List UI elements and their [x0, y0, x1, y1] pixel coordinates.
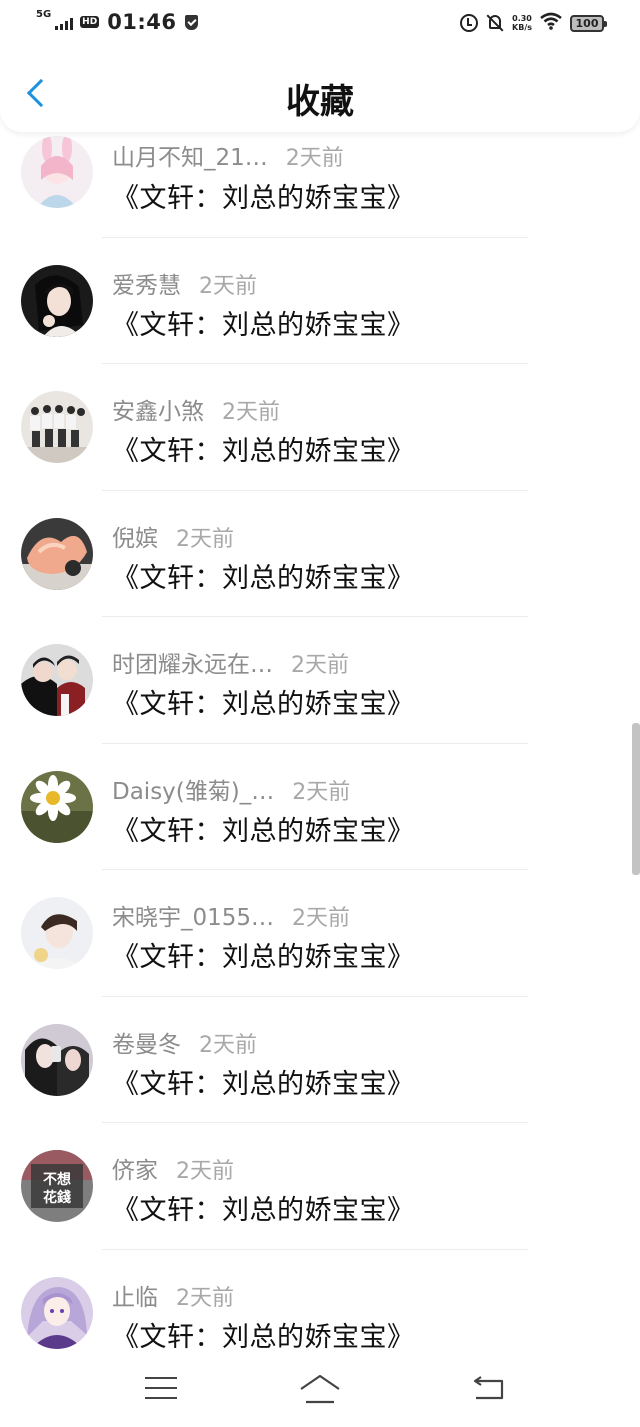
list-item[interactable]: 安鑫小煞 2天前《文轩：刘总的娇宝宝》	[0, 383, 640, 510]
item-meta: 时团耀永远在… 2天前	[112, 645, 349, 679]
avatar-couple-mirror[interactable]	[21, 1023, 93, 1096]
network-type: 5G	[36, 9, 52, 20]
user-name[interactable]: 爱秀慧	[112, 266, 181, 300]
timestamp: 2天前	[199, 273, 257, 299]
list-item[interactable]: 宋晓宇_0155… 2天前《文轩：刘总的娇宝宝》	[0, 889, 640, 1016]
divider	[102, 489, 528, 491]
divider	[102, 995, 528, 997]
status-bar: 5G HD 01:46 0.30 KB/s 100	[0, 0, 640, 48]
favorite-title[interactable]: 《文轩：刘总的娇宝宝》	[112, 1188, 415, 1227]
favorites-list: 山月不知_21… 2天前 《文轩：刘总的娇宝宝》 爱秀慧 2天前 《文轩：刘总的娇宝宝》安…	[0, 130, 640, 1395]
timestamp: 2天前	[176, 526, 234, 552]
wifi-icon	[540, 12, 562, 34]
shield-check-icon	[184, 14, 198, 30]
user-name[interactable]: Daisy(雏菊)_…	[112, 772, 274, 806]
avatar-anime-girl[interactable]	[21, 1276, 93, 1349]
divider	[102, 1248, 528, 1250]
signal-icon	[55, 18, 74, 30]
user-name[interactable]: 止临	[112, 1278, 158, 1312]
list-item[interactable]: 不想 花錢 侪家 2天前 《文轩：刘总的娇宝宝》	[0, 1142, 640, 1269]
network-speed: 0.30 KB/s	[512, 14, 532, 32]
system-nav-bar	[0, 1352, 640, 1427]
timestamp: 2天前	[222, 400, 280, 425]
user-name[interactable]: 山月不知_21…	[112, 138, 268, 172]
avatar-girl-bunny-ears[interactable]	[21, 136, 93, 208]
avatar-peach-dessert[interactable]	[21, 517, 93, 590]
timestamp: 2天前	[292, 906, 351, 931]
item-meta: 卷曼冬 2天前	[112, 1025, 257, 1059]
favorite-title[interactable]: 《文轩：刘总的娇宝宝》	[112, 682, 415, 721]
user-name[interactable]: 宋晓宇_0155…	[112, 898, 274, 932]
user-name[interactable]: 时团耀永远在…	[112, 645, 273, 679]
avatar-daisy-flower[interactable]	[21, 770, 93, 843]
top-nav-bar: 收藏	[0, 48, 640, 132]
divider	[102, 616, 528, 617]
avatar-two-boys[interactable]	[21, 644, 93, 716]
user-name[interactable]: 倪嫔	[112, 519, 158, 553]
hd-badge: HD	[80, 16, 100, 28]
item-meta: 山月不知_21… 2天前	[112, 138, 344, 172]
battery-icon: 100	[570, 14, 607, 32]
network-speed-value: 0.30	[512, 14, 532, 23]
list-item[interactable]: 卷曼冬 2天前《文轩：刘总的娇宝宝》	[0, 1016, 640, 1143]
home-icon[interactable]	[298, 1372, 342, 1406]
favorite-title[interactable]: 《文轩：刘总的娇宝宝》	[112, 176, 415, 215]
favorite-title[interactable]: 《文轩：刘总的娇宝宝》	[112, 1315, 415, 1354]
alarm-icon	[460, 14, 479, 32]
list-item[interactable]: 倪嫔 2天前《文轩：刘总的娇宝宝》	[0, 510, 640, 637]
list-item[interactable]: Daisy(雏菊)_… 2天前《文轩：刘总的娇宝宝》	[0, 763, 640, 890]
favorite-title[interactable]: 《文轩：刘总的娇宝宝》	[112, 303, 415, 342]
favorite-title[interactable]: 《文轩：刘总的娇宝宝》	[112, 809, 415, 848]
list-item[interactable]: 山月不知_21… 2天前《文轩：刘总的娇宝宝》	[0, 130, 640, 257]
user-name[interactable]: 卷曼冬	[112, 1025, 181, 1059]
network-speed-unit: KB/s	[512, 23, 532, 32]
item-meta: 侪家 2天前	[112, 1151, 234, 1185]
avatar-girl-portrait[interactable]	[21, 264, 93, 337]
list-item[interactable]: 爱秀慧 2天前《文轩：刘总的娇宝宝》	[0, 257, 640, 384]
item-meta: 爱秀慧 2天前	[112, 266, 257, 300]
divider	[102, 869, 528, 870]
svg-text:花錢: 花錢	[43, 1189, 71, 1206]
status-time: 01:46	[107, 10, 177, 34]
user-name[interactable]: 安鑫小煞	[112, 392, 204, 426]
timestamp: 2天前	[176, 1159, 234, 1184]
page-title: 收藏	[286, 82, 354, 122]
item-meta: Daisy(雏菊)_… 2天前	[112, 772, 350, 806]
item-meta: 止临 2天前	[112, 1278, 234, 1312]
item-meta: 安鑫小煞 2天前	[112, 392, 280, 426]
timestamp: 2天前	[291, 653, 349, 678]
avatar-group-photo[interactable]	[21, 391, 93, 463]
mute-bell-icon	[486, 14, 504, 32]
item-meta: 宋晓宇_0155… 2天前	[112, 898, 350, 932]
timestamp: 2天前	[285, 146, 344, 171]
return-icon[interactable]	[472, 1376, 506, 1402]
status-left: 5G HD 01:46	[36, 10, 198, 34]
favorite-title[interactable]: 《文轩：刘总的娇宝宝》	[112, 429, 415, 468]
divider	[102, 1122, 528, 1123]
menu-icon[interactable]	[145, 1377, 177, 1401]
status-right: 0.30 KB/s 100	[460, 12, 607, 34]
favorite-title[interactable]: 《文轩：刘总的娇宝宝》	[112, 935, 415, 974]
timestamp: 2天前	[176, 1285, 234, 1311]
divider	[102, 363, 528, 364]
avatar-boy-portrait[interactable]	[21, 897, 93, 969]
svg-text:不想: 不想	[43, 1171, 71, 1188]
timestamp: 2天前	[292, 779, 351, 805]
divider	[102, 236, 528, 238]
scrollbar-thumb[interactable]	[632, 723, 640, 875]
favorite-title[interactable]: 《文轩：刘总的娇宝宝》	[112, 556, 415, 595]
divider	[102, 742, 528, 744]
avatar-text-image[interactable]: 不想 花錢	[21, 1150, 93, 1222]
list-item[interactable]: 时团耀永远在… 2天前《文轩：刘总的娇宝宝》	[0, 636, 640, 763]
timestamp: 2天前	[199, 1032, 257, 1058]
user-name[interactable]: 侪家	[112, 1151, 158, 1185]
favorite-title[interactable]: 《文轩：刘总的娇宝宝》	[112, 1062, 415, 1101]
item-meta: 倪嫔 2天前	[112, 519, 234, 553]
